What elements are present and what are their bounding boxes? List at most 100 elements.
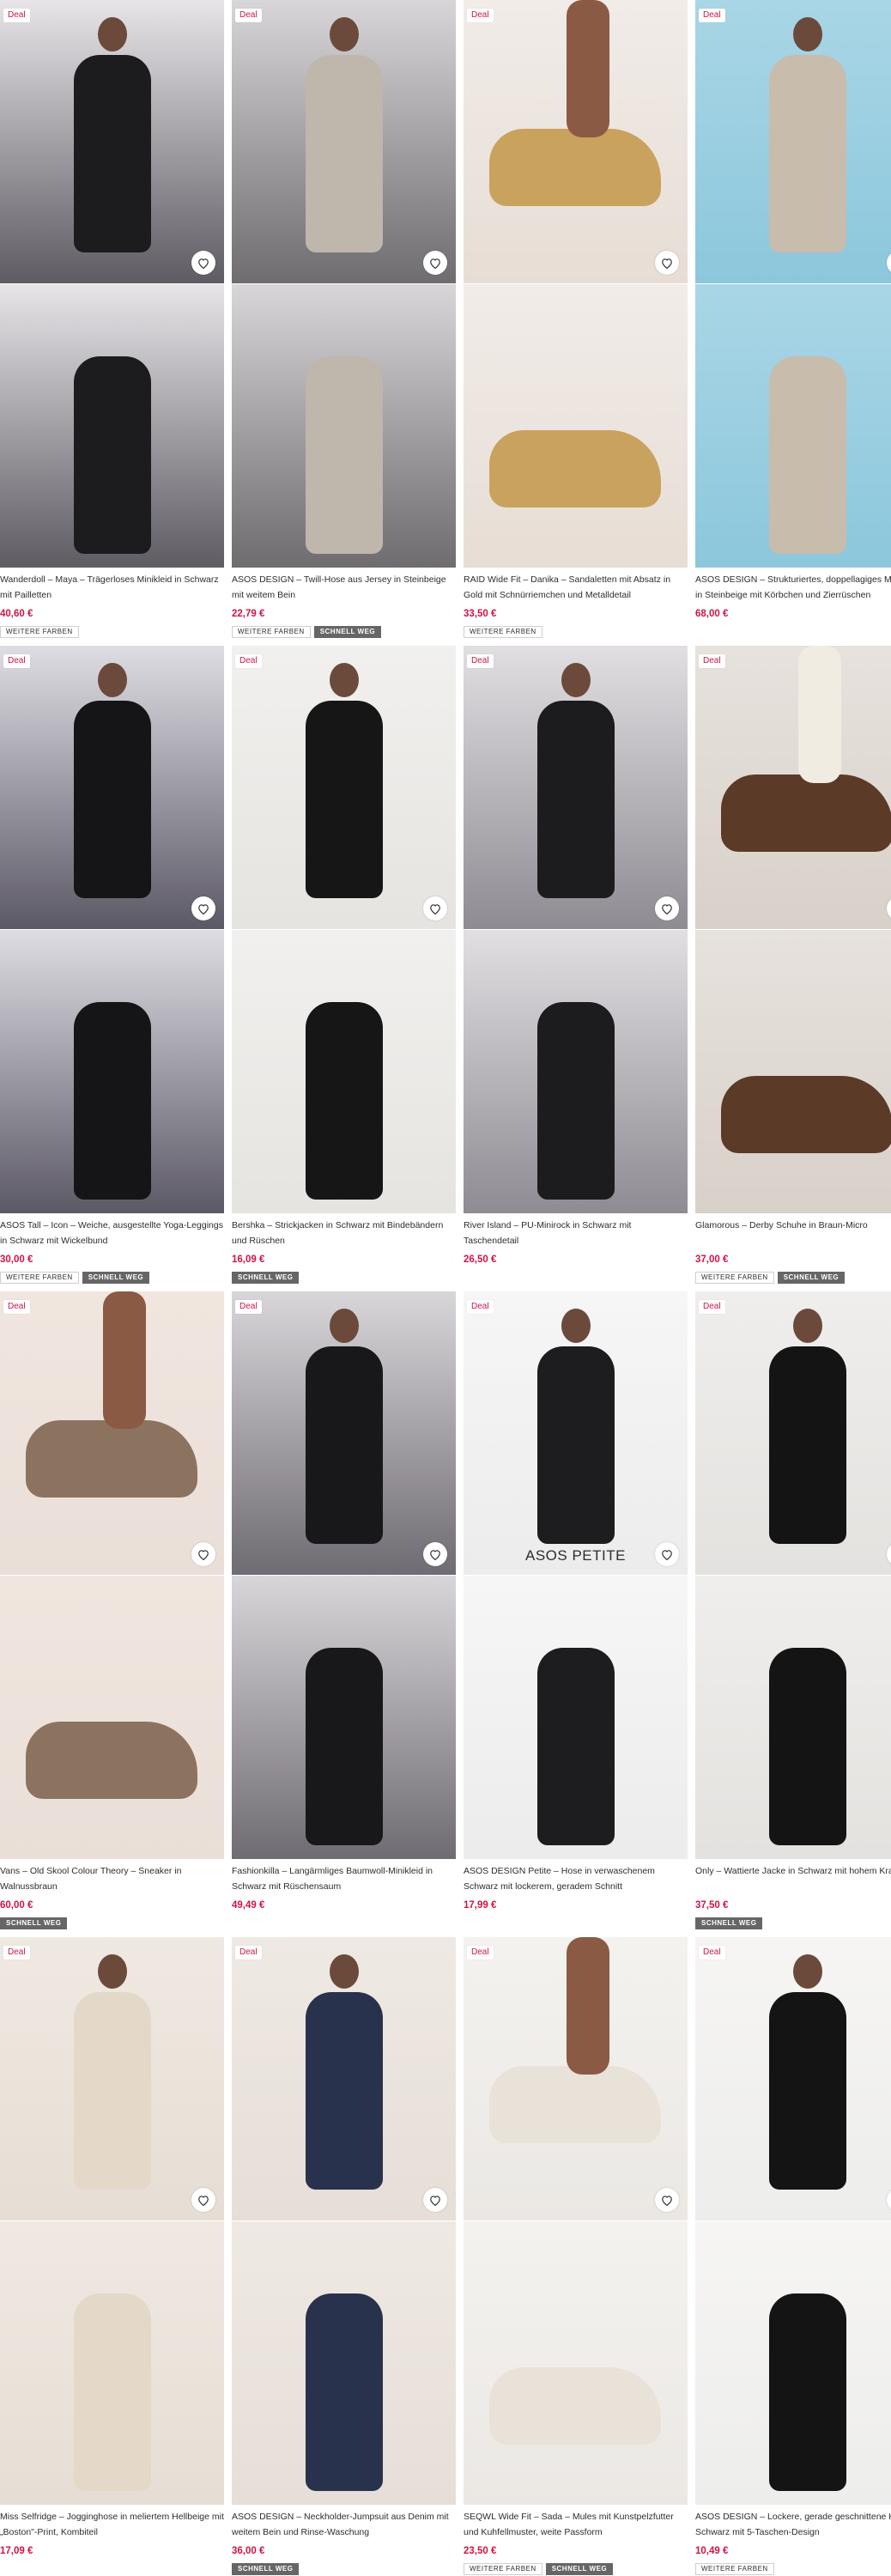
wishlist-heart-icon[interactable] — [887, 251, 891, 275]
product-image-primary[interactable]: Deal — [232, 1291, 456, 1575]
product-card[interactable]: Deal ASOS Tall – Icon – Weiche, ausgestel… — [0, 646, 224, 1290]
wishlist-heart-icon[interactable] — [655, 896, 679, 920]
product-photo — [757, 1954, 858, 2203]
product-title[interactable]: Miss Selfridge – Jogginghose in melierte… — [0, 2509, 224, 2540]
product-title[interactable]: Vans – Old Skool Colour Theory – Sneaker… — [0, 1863, 224, 1894]
product-image-secondary[interactable] — [0, 1576, 224, 1859]
more-colors-badge[interactable]: WEITERE FARBEN — [464, 626, 542, 638]
product-title[interactable]: Bershka – Strickjacken in Schwarz mit Bi… — [232, 1218, 456, 1249]
product-image-primary[interactable]: Deal — [0, 646, 224, 929]
product-info: ASOS DESIGN – Strukturiertes, doppellagi… — [695, 572, 891, 638]
product-image-primary[interactable]: Deal — [464, 646, 688, 929]
product-title[interactable]: River Island – PU-Minirock in Schwarz mi… — [464, 1218, 688, 1249]
product-price: 22,79 € — [232, 609, 265, 619]
product-card[interactable]: Deal ASOS DESIGN – Twill-Hose aus Jersey … — [232, 0, 456, 644]
product-image-secondary[interactable] — [232, 2221, 456, 2505]
product-card[interactable]: Deal ASOS PETITE ASOS DESIGN Petite – Hose… — [464, 1291, 688, 1935]
more-colors-badge[interactable]: WEITERE FARBEN — [232, 626, 311, 638]
more-colors-badge[interactable]: WEITERE FARBEN — [695, 1272, 774, 1284]
product-card[interactable]: Deal ASOS DESIGN – Lockere, gerade geschn… — [695, 1937, 891, 2576]
product-image-primary[interactable]: Deal — [0, 1291, 224, 1575]
product-image-primary[interactable]: Deal — [695, 1937, 891, 2221]
product-image-secondary[interactable] — [695, 1576, 891, 1859]
wishlist-heart-icon[interactable] — [887, 1542, 891, 1566]
product-image-primary[interactable]: Deal — [0, 1937, 224, 2221]
product-title[interactable]: RAID Wide Fit – Danika – Sandaletten mit… — [464, 572, 688, 603]
product-image-secondary[interactable] — [0, 284, 224, 568]
product-photo — [62, 2256, 163, 2505]
product-image-primary[interactable]: Deal — [464, 1937, 688, 2221]
wishlist-heart-icon[interactable] — [191, 251, 215, 275]
product-photo — [757, 2256, 858, 2505]
product-image-primary[interactable]: Deal — [232, 646, 456, 929]
product-image-primary[interactable]: Deal — [0, 0, 224, 283]
product-title[interactable]: ASOS DESIGN – Strukturiertes, doppellagi… — [695, 572, 891, 603]
wishlist-heart-icon[interactable] — [887, 896, 891, 920]
product-card[interactable]: Deal Vans – Old Skool Colour Theory – Sne… — [0, 1291, 224, 1935]
product-card[interactable]: Deal River Island – PU-Minirock in Schwar… — [464, 646, 688, 1290]
product-image-secondary[interactable] — [232, 930, 456, 1213]
wishlist-heart-icon[interactable] — [423, 2188, 447, 2212]
product-title[interactable]: ASOS DESIGN – Twill-Hose aus Jersey in S… — [232, 572, 456, 603]
product-title[interactable]: Wanderdoll – Maya – Trägerloses Miniklei… — [0, 572, 224, 603]
product-price: 10,49 € — [695, 2546, 729, 2556]
product-photo — [757, 319, 858, 568]
wishlist-heart-icon[interactable] — [191, 2188, 215, 2212]
product-image-primary[interactable]: Deal — [232, 0, 456, 283]
wishlist-heart-icon[interactable] — [423, 251, 447, 275]
product-image-primary[interactable]: Deal — [232, 1937, 456, 2221]
product-card[interactable]: Deal Only – Wattierte Jacke in Schwarz mi… — [695, 1291, 891, 1935]
wishlist-heart-icon[interactable] — [191, 896, 215, 920]
product-image-secondary[interactable] — [695, 2221, 891, 2505]
product-photo — [757, 17, 858, 266]
more-colors-badge[interactable]: WEITERE FARBEN — [464, 2563, 542, 2575]
more-colors-badge[interactable]: WEITERE FARBEN — [0, 626, 79, 638]
fast-shipping-badge: SCHNELL WEG — [232, 1272, 300, 1284]
product-card[interactable]: Deal ASOS DESIGN – Strukturiertes, doppel… — [695, 0, 891, 644]
product-title[interactable]: Fashionkilla – Langärmliges Baumwoll-Min… — [232, 1863, 456, 1894]
product-photo — [294, 1610, 395, 1859]
product-photo — [62, 964, 163, 1213]
product-info: Glamorous – Derby Schuhe in Braun-Micro 3… — [695, 1218, 891, 1284]
product-card[interactable]: Deal Wanderdoll – Maya – Trägerloses Mini… — [0, 0, 224, 644]
product-title[interactable]: ASOS DESIGN Petite – Hose in verwaschene… — [464, 1863, 688, 1894]
product-card[interactable]: Deal RAID Wide Fit – Danika – Sandaletten… — [464, 0, 688, 644]
product-image-secondary[interactable] — [695, 284, 891, 568]
product-image-primary[interactable]: Deal — [695, 0, 891, 283]
product-image-secondary[interactable] — [232, 284, 456, 568]
deal-badge: Deal — [467, 9, 494, 22]
product-image-primary[interactable]: Deal — [695, 1291, 891, 1575]
product-image-secondary[interactable] — [464, 2221, 688, 2505]
wishlist-heart-icon[interactable] — [423, 896, 447, 920]
product-image-secondary[interactable] — [695, 930, 891, 1213]
wishlist-heart-icon[interactable] — [191, 1542, 215, 1566]
product-title[interactable]: Glamorous – Derby Schuhe in Braun-Micro — [695, 1218, 891, 1249]
product-card[interactable]: Deal Bershka – Strickjacken in Schwarz mi… — [232, 646, 456, 1290]
product-card[interactable]: Deal Glamorous – Derby Schuhe in Braun-Mi… — [695, 646, 891, 1290]
more-colors-badge[interactable]: WEITERE FARBEN — [695, 2563, 774, 2575]
more-colors-badge[interactable]: WEITERE FARBEN — [0, 1272, 79, 1284]
product-title[interactable]: ASOS DESIGN – Lockere, gerade geschnitte… — [695, 2509, 891, 2540]
product-image-secondary[interactable] — [464, 930, 688, 1213]
product-card[interactable]: Deal ASOS DESIGN – Neckholder-Jumpsuit au… — [232, 1937, 456, 2576]
product-title[interactable]: ASOS Tall – Icon – Weiche, ausgestellte … — [0, 1218, 224, 1249]
product-title[interactable]: Only – Wattierte Jacke in Schwarz mit ho… — [695, 1863, 891, 1894]
product-image-secondary[interactable] — [232, 1576, 456, 1859]
product-image-primary[interactable]: Deal ASOS PETITE — [464, 1291, 688, 1575]
product-title[interactable]: ASOS DESIGN – Neckholder-Jumpsuit aus De… — [232, 2509, 456, 2540]
product-card[interactable]: Deal SEQWL Wide Fit – Sada – Mules mit Ku… — [464, 1937, 688, 2576]
product-image-primary[interactable]: Deal — [695, 646, 891, 929]
wishlist-heart-icon[interactable] — [655, 2188, 679, 2212]
product-photo — [489, 1937, 661, 2143]
product-image-secondary[interactable] — [464, 1576, 688, 1859]
product-card[interactable]: Deal Miss Selfridge – Jogginghose in meli… — [0, 1937, 224, 2576]
product-image-primary[interactable]: Deal — [464, 0, 688, 283]
product-image-secondary[interactable] — [0, 2221, 224, 2505]
wishlist-heart-icon[interactable] — [423, 1542, 447, 1566]
product-image-secondary[interactable] — [0, 930, 224, 1213]
product-image-secondary[interactable] — [464, 284, 688, 568]
product-title[interactable]: SEQWL Wide Fit – Sada – Mules mit Kunstp… — [464, 2509, 688, 2540]
product-card[interactable]: Deal Fashionkilla – Langärmliges Baumwoll… — [232, 1291, 456, 1935]
wishlist-heart-icon[interactable] — [887, 2188, 891, 2212]
wishlist-heart-icon[interactable] — [655, 251, 679, 275]
